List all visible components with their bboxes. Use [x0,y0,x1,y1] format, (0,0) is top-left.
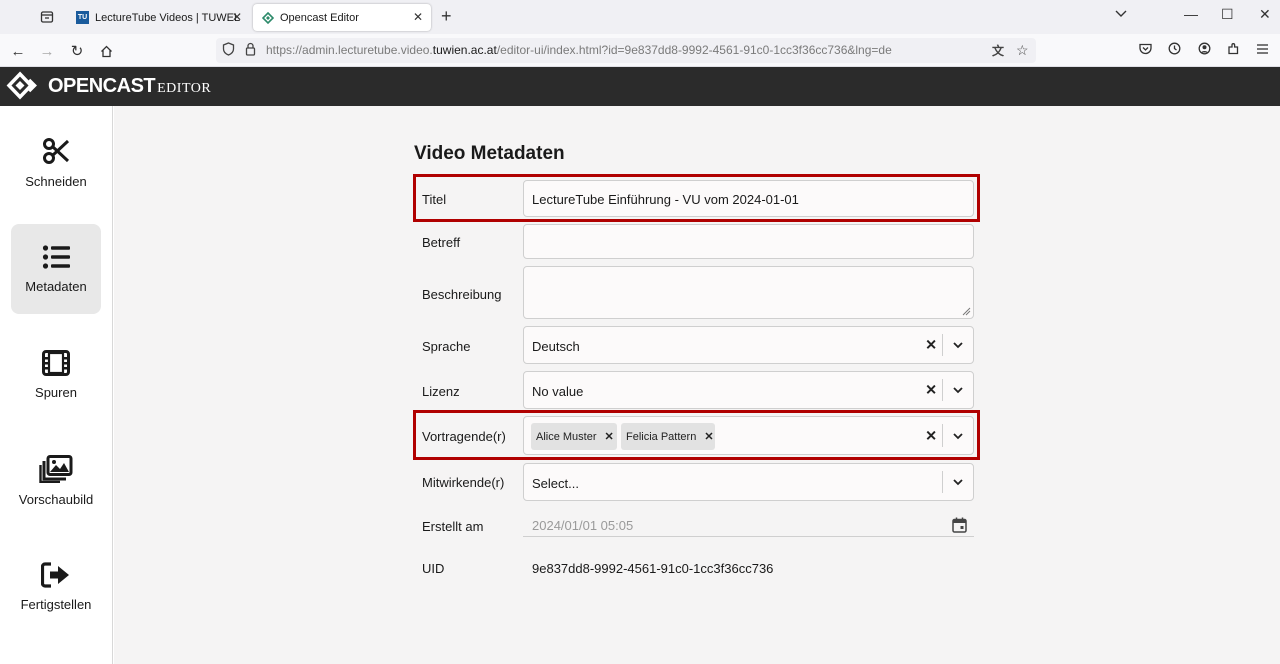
vortragende-multiselect[interactable]: Alice Muster ✕ Felicia Pattern ✕ ✕ [523,416,974,455]
chevron-down-icon[interactable] [951,429,965,443]
sprache-label: Sprache [422,339,471,354]
titel-label: Titel [422,192,447,207]
close-tab-icon[interactable]: ✕ [232,10,242,24]
tab-overflow-chevron-icon[interactable] [1115,6,1127,22]
images-icon [39,455,73,483]
sidebar: Schneiden Metadaten Spuren Vorschaubild [0,106,113,664]
sidebar-item-label: Metadaten [25,279,87,294]
browser-nav-bar: ← → ↻ https://admin.lecturetube.video.tu… [0,34,1280,67]
menu-hamburger-icon[interactable] [1256,42,1269,58]
translate-icon[interactable]: 文 [992,42,1004,59]
uid-value: 9e837dd8-9992-4561-91c0-1cc3f36cc736 [532,561,774,576]
date-input-underline[interactable] [523,536,974,537]
clear-x-icon[interactable]: ✕ [925,337,937,354]
tab-label: Opencast Editor [280,11,359,24]
tab-list-icon[interactable] [36,6,58,28]
forward-arrow-icon[interactable]: → [37,41,57,61]
reload-icon[interactable]: ↻ [67,41,87,61]
sign-out-icon [41,562,69,588]
chevron-down-icon[interactable] [951,475,965,489]
opencast-editor-logo: OPENCAST EDITOR [6,71,211,101]
uid-label: UID [422,561,445,576]
bookmark-star-icon[interactable]: ☆ [1016,42,1029,59]
select-separator [942,424,943,447]
betreff-input[interactable] [523,224,974,259]
logo-sub-text: EDITOR [157,80,212,96]
presenter-chip[interactable]: Alice Muster ✕ [531,423,617,450]
clear-x-icon[interactable]: ✕ [925,382,937,399]
betreff-label: Betreff [422,235,461,250]
maximize-icon[interactable]: ☐ [1221,6,1234,23]
lizenz-value: No value [532,384,584,399]
chip-label: Felicia Pattern [626,430,697,443]
mitwirkende-placeholder: Select... [532,476,579,491]
sidebar-item-vorschaubild[interactable]: Vorschaubild [11,436,101,526]
erstellt-label: Erstellt am [422,519,484,534]
back-arrow-icon[interactable]: ← [8,41,28,61]
chip-label: Alice Muster [536,430,597,443]
lock-icon[interactable] [245,42,256,59]
select-separator [942,471,943,493]
opencast-logo-icon [6,71,40,101]
sidebar-item-metadaten[interactable]: Metadaten [11,224,101,314]
url-bar[interactable]: https://admin.lecturetube.video.tuwien.a… [216,38,1036,63]
home-icon[interactable] [96,41,116,61]
titel-input[interactable]: LectureTube Einführung - VU vom 2024-01-… [523,180,974,217]
history-clock-icon[interactable] [1168,42,1181,58]
sidebar-item-schneiden[interactable]: Schneiden [11,118,101,208]
lizenz-label: Lizenz [422,384,460,399]
presenter-chip[interactable]: Felicia Pattern ✕ [621,423,715,450]
beschreibung-label: Beschreibung [422,287,502,302]
mitwirkende-select[interactable]: Select... [523,463,974,501]
chevron-down-icon[interactable] [951,383,965,397]
mitwirkende-label: Mitwirkende(r) [422,475,505,490]
account-icon[interactable] [1198,42,1211,58]
tab-tuwel[interactable]: TU LectureTube Videos | TUWEL ✕ [68,4,250,31]
tuwel-favicon-icon: TU [76,11,89,24]
calendar-icon[interactable] [952,517,967,533]
sidebar-item-label: Spuren [35,385,77,400]
close-tab-icon[interactable]: ✕ [413,10,423,24]
logo-main-text: OPENCAST [48,74,156,97]
chevron-down-icon[interactable] [951,338,965,352]
titel-value: LectureTube Einführung - VU vom 2024-01-… [532,192,799,207]
browser-tab-bar: TU LectureTube Videos | TUWEL ✕ Opencast… [0,0,1280,34]
sprache-value: Deutsch [532,339,580,354]
select-separator [942,379,943,401]
new-tab-icon[interactable]: + [441,6,452,27]
app-header: OPENCAST EDITOR [0,67,1280,106]
sidebar-item-label: Vorschaubild [18,492,94,507]
vortragende-label: Vortragende(r) [422,429,506,444]
select-separator [942,334,943,356]
film-icon [42,350,70,376]
url-text[interactable]: https://admin.lecturetube.video.tuwien.a… [266,43,892,57]
tab-label: LectureTube Videos | TUWEL [95,11,241,24]
page-title: Video Metadaten [414,143,565,164]
clear-x-icon[interactable]: ✕ [925,427,937,444]
shield-icon[interactable] [222,42,235,59]
tab-opencast-editor[interactable]: Opencast Editor ✕ [253,4,431,31]
opencast-favicon-icon [261,11,274,24]
sidebar-item-label: Schneiden [25,174,87,189]
sprache-select[interactable]: Deutsch ✕ [523,326,974,364]
pocket-icon[interactable] [1139,42,1152,58]
sidebar-item-fertigstellen[interactable]: Fertigstellen [11,542,101,632]
list-icon [42,245,70,269]
scissors-icon [43,138,70,164]
minimize-icon[interactable]: — [1184,6,1198,22]
beschreibung-textarea[interactable] [523,266,974,319]
remove-chip-x-icon[interactable]: ✕ [605,430,614,443]
sidebar-item-spuren[interactable]: Spuren [11,330,101,420]
lizenz-select[interactable]: No value ✕ [523,371,974,409]
extensions-icon[interactable] [1227,42,1240,58]
erstellt-value: 2024/01/01 05:05 [532,518,634,533]
sidebar-item-label: Fertigstellen [20,597,92,612]
main-content: Video Metadaten Titel LectureTube Einfüh… [114,106,1280,664]
remove-chip-x-icon[interactable]: ✕ [704,430,713,443]
window-close-icon[interactable]: ✕ [1259,6,1271,23]
resize-handle-icon[interactable] [961,306,971,316]
